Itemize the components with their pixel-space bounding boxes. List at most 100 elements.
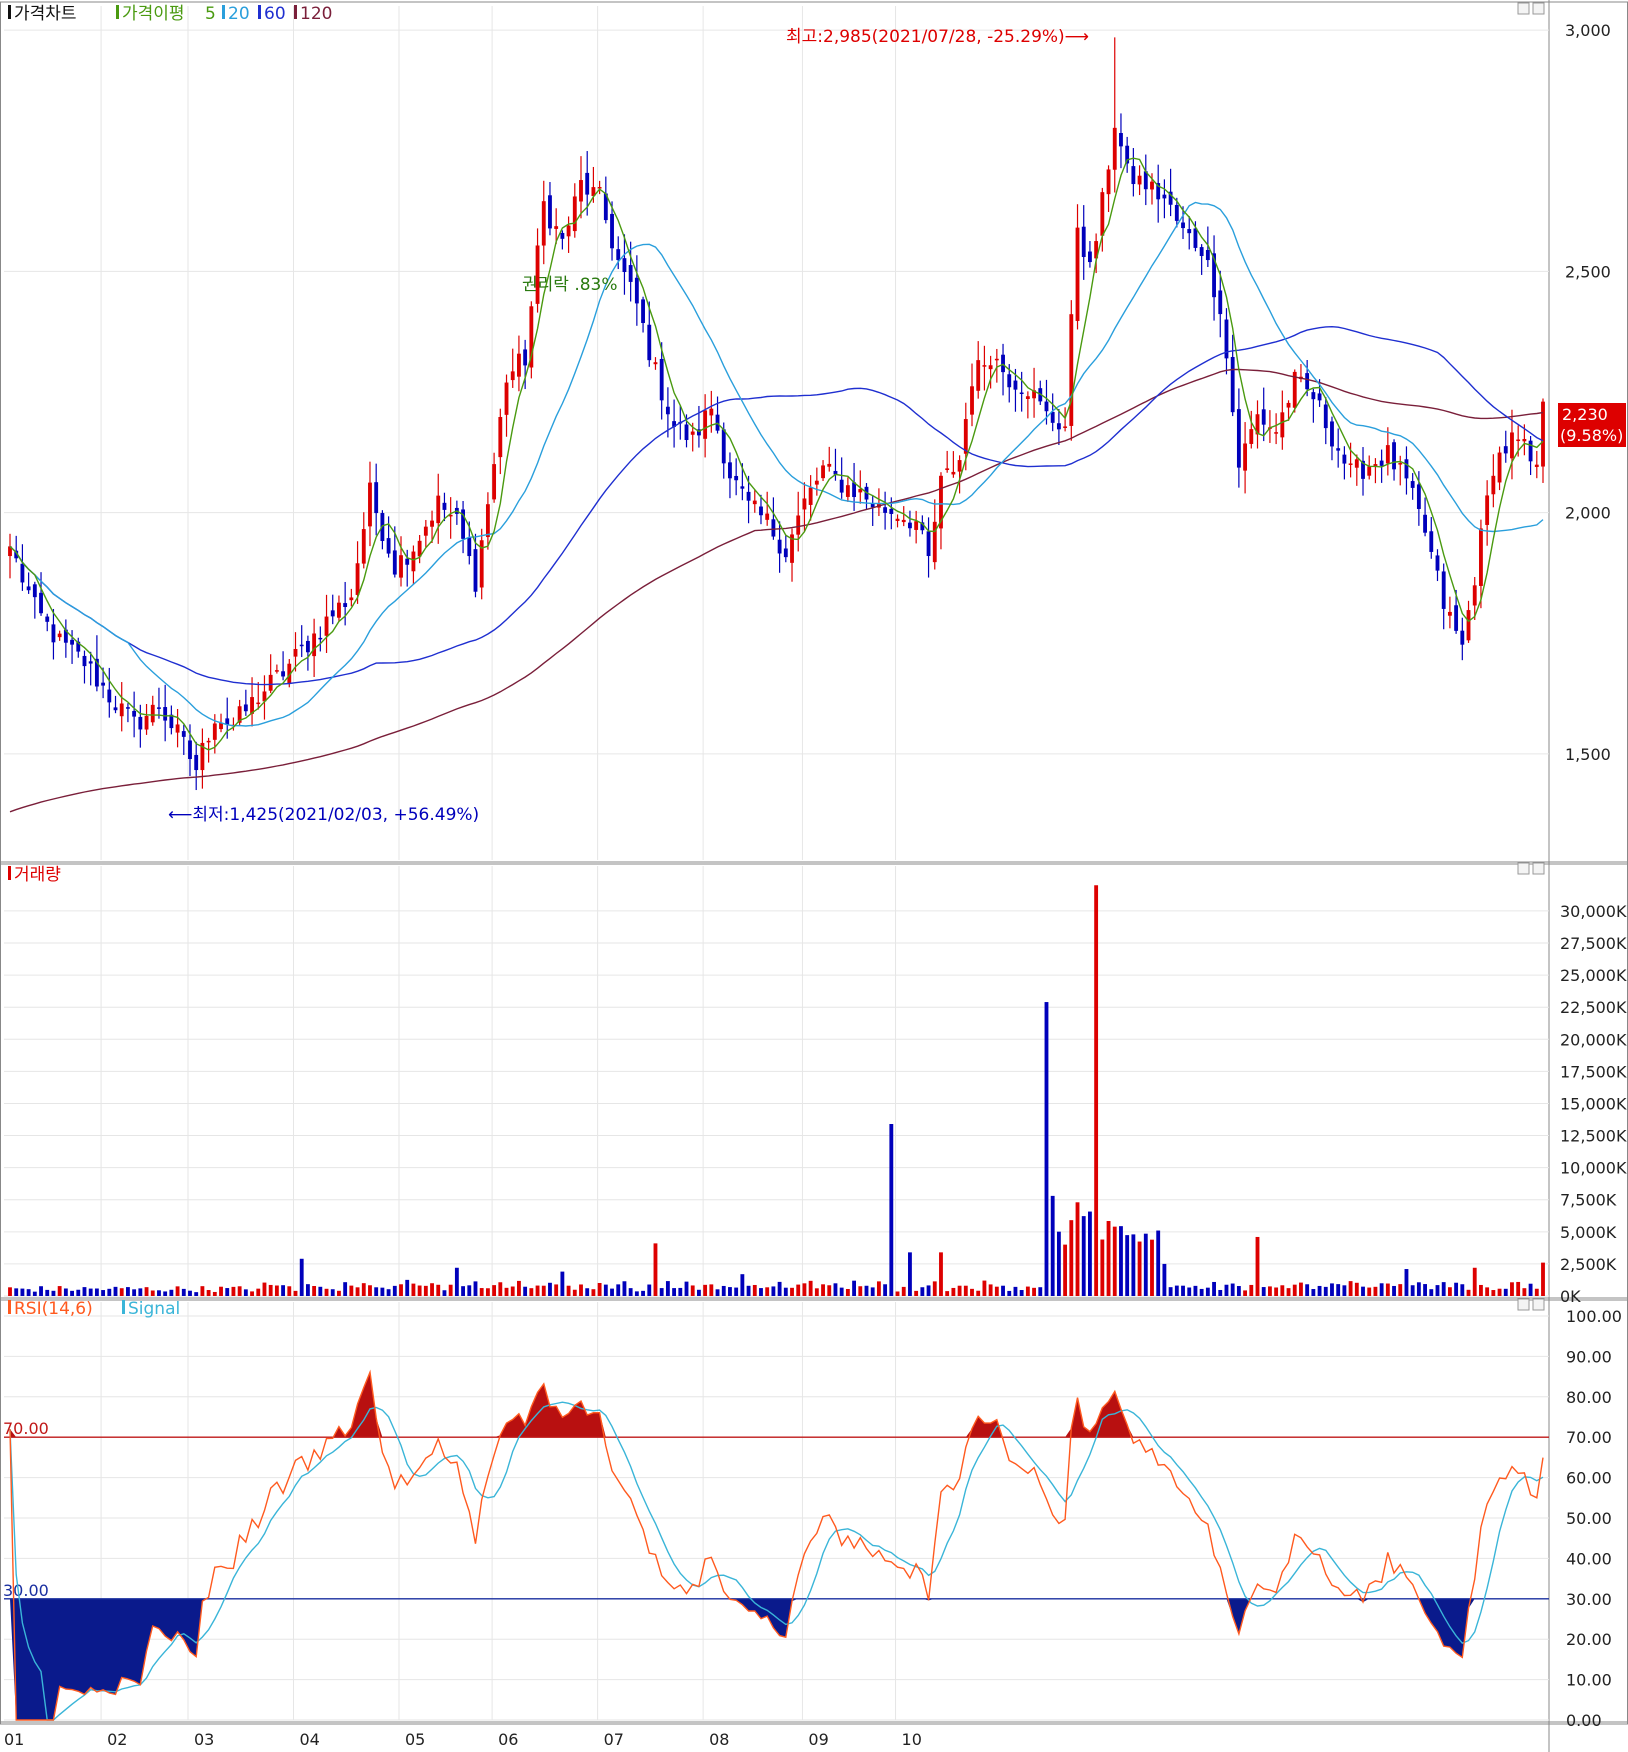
volume-bar	[250, 1291, 254, 1296]
volume-bar	[1212, 1281, 1216, 1296]
candle-body	[51, 624, 56, 643]
volume-bar	[262, 1282, 267, 1296]
volume-bar	[895, 1291, 900, 1296]
volume-bar	[783, 1287, 788, 1296]
volume-bar	[771, 1286, 776, 1296]
volume-bar	[1032, 1287, 1036, 1296]
candle	[1398, 455, 1403, 486]
candle	[1199, 244, 1204, 275]
candle-body	[1050, 411, 1055, 423]
candle	[448, 497, 453, 539]
candle-body	[324, 616, 329, 636]
candle	[1497, 446, 1502, 491]
candle	[1367, 455, 1372, 480]
volume-bar	[113, 1286, 118, 1296]
close-pane-button[interactable]	[1532, 2, 1545, 15]
volume-bar	[1342, 1285, 1347, 1296]
candle-body	[1460, 630, 1465, 645]
volume-bars	[8, 885, 1545, 1296]
volume-bar	[510, 1286, 515, 1296]
candle	[125, 703, 130, 723]
minimize-pane-button[interactable]	[1517, 2, 1530, 15]
volume-bar	[889, 1124, 894, 1296]
volume-bar	[802, 1283, 807, 1296]
low-annotation: ⟵최저:1,425(2021/02/03, +56.49%)	[168, 805, 479, 825]
volume-bar	[833, 1283, 838, 1296]
month-label: 09	[808, 1730, 828, 1749]
candle	[939, 472, 943, 550]
candle-body	[1441, 571, 1446, 609]
rsi-tick-label: 40.00	[1566, 1549, 1612, 1568]
volume-bar	[1274, 1287, 1279, 1296]
candle	[510, 348, 515, 388]
candle-body	[1323, 404, 1328, 429]
candle-body	[312, 633, 317, 657]
volume-bar	[988, 1284, 993, 1296]
legend-marker	[8, 1300, 11, 1314]
legend-marker	[222, 5, 225, 19]
volume-tick-label: 7,500K	[1560, 1191, 1617, 1210]
volume-bar	[1261, 1287, 1266, 1296]
ma5-line	[9, 157, 1544, 751]
legend-marker	[258, 5, 261, 19]
chart-frames	[0, 0, 1628, 1752]
volume-bar	[479, 1288, 484, 1296]
candle-body	[374, 482, 379, 514]
candle-body	[113, 707, 118, 711]
candle	[318, 626, 323, 652]
volume-bar	[94, 1288, 99, 1296]
volume-bar	[864, 1285, 869, 1296]
candle-body	[125, 707, 130, 709]
candle	[1156, 164, 1161, 223]
volume-bar	[337, 1290, 341, 1296]
candle-body	[1330, 421, 1334, 447]
candle-body	[206, 740, 211, 743]
candle	[1137, 165, 1142, 196]
candle-body	[839, 479, 844, 493]
candle	[1410, 473, 1415, 500]
candle-body	[57, 633, 62, 638]
volume-tick-label: 5,000K	[1560, 1223, 1617, 1242]
candle-body	[579, 180, 583, 202]
candle	[802, 482, 807, 532]
candle-body	[554, 226, 559, 229]
volume-bar	[423, 1285, 428, 1296]
rsi-tick-label: 70.00	[1566, 1428, 1612, 1447]
volume-bar	[703, 1284, 708, 1296]
volume-bar	[20, 1288, 25, 1296]
close-pane-button[interactable]	[1532, 862, 1545, 875]
candle	[1119, 113, 1123, 169]
minimize-pane-button[interactable]	[1517, 862, 1530, 875]
volume-bar	[672, 1288, 677, 1296]
rsi-tick-label: 20.00	[1566, 1630, 1612, 1649]
candle	[771, 497, 776, 540]
volume-legend: 거래량	[8, 865, 61, 885]
minimize-pane-button[interactable]	[1517, 1298, 1530, 1311]
candle-body	[566, 225, 571, 237]
volume-bar	[1497, 1288, 1502, 1296]
candle	[895, 514, 900, 528]
candle-body	[1416, 484, 1421, 509]
candle	[88, 651, 93, 686]
candle	[1392, 439, 1396, 481]
volume-bar	[305, 1284, 310, 1296]
candle	[1485, 480, 1490, 546]
volume-bar	[1330, 1283, 1334, 1296]
close-pane-button[interactable]	[1532, 1298, 1545, 1311]
candle-body	[442, 502, 447, 510]
volume-bar	[504, 1287, 509, 1296]
candle-body	[610, 213, 614, 249]
candle-body	[1187, 229, 1192, 234]
volume-bar	[76, 1289, 81, 1296]
candle-body	[349, 597, 354, 601]
volume-bar	[324, 1288, 329, 1296]
volume-bar	[1119, 1226, 1123, 1296]
candle	[1528, 436, 1533, 476]
signal-line	[9, 1401, 1544, 1721]
candle-body	[39, 592, 43, 614]
candle-body	[721, 429, 726, 464]
volume-bar	[212, 1291, 217, 1296]
candle-body	[821, 465, 825, 479]
price-tick-label: 2,000	[1565, 504, 1611, 523]
volume-bar	[1472, 1267, 1477, 1296]
